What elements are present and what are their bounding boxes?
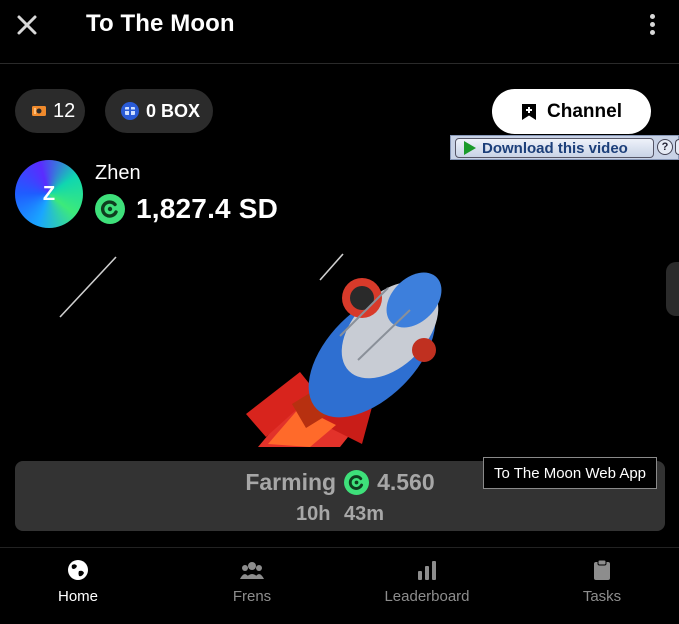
tickets-count: 12 [53, 99, 76, 122]
rocket-image [246, 272, 442, 447]
nav-label-home: Home [57, 588, 98, 605]
tooltip: To The Moon Web App [483, 457, 657, 489]
play-icon [464, 141, 476, 155]
box-pill[interactable]: 0 BOX [105, 89, 213, 133]
avatar: Z [15, 160, 83, 228]
farming-timer: 10h 43m [15, 503, 665, 526]
farming-value: 4.560 [377, 469, 435, 495]
timer-hours: 10h [295, 503, 331, 525]
coin-icon [344, 470, 370, 495]
bar-chart-icon [418, 561, 436, 580]
username: Zhen [95, 162, 141, 184]
nav-item-tasks[interactable]: Tasks [532, 558, 672, 605]
nav-item-frens[interactable]: Frens [182, 558, 322, 605]
people-icon [240, 562, 264, 579]
tickets-pill[interactable]: 12 [15, 89, 85, 133]
ticket-icon [32, 106, 46, 116]
globe-icon [68, 560, 88, 580]
more-menu-button[interactable] [644, 12, 660, 38]
timer-minutes: 43m [344, 503, 385, 525]
balance: 1,827.4 SD [136, 193, 279, 224]
nav-label-leaderboard: Leaderboard [384, 588, 470, 605]
download-video-bar: Download this video ? [450, 135, 679, 160]
help-button[interactable]: ? [657, 139, 673, 155]
bottom-nav: Home Frens Leaderboard Tasks [0, 547, 679, 624]
download-extra-button[interactable] [675, 139, 679, 155]
channel-button[interactable]: Channel [492, 89, 651, 134]
app-header: To The Moon [0, 0, 679, 64]
coin-icon [95, 194, 125, 224]
nav-label-frens: Frens [232, 588, 272, 605]
rocket-scene [59, 253, 442, 447]
side-handle[interactable] [666, 262, 679, 316]
nav-item-home[interactable]: Home [8, 558, 148, 605]
shooting-star [59, 256, 117, 318]
page-title: To The Moon [86, 10, 235, 37]
avatar-letter: Z [42, 182, 56, 205]
clipboard-icon [594, 559, 610, 580]
farming-label: Farming [245, 469, 337, 495]
close-icon [17, 15, 37, 35]
bookmark-plus-icon [522, 103, 537, 120]
nav-item-leaderboard[interactable]: Leaderboard [357, 558, 497, 605]
download-video-button[interactable]: Download this video [455, 138, 654, 158]
box-icon [121, 102, 139, 120]
channel-label: Channel [547, 100, 622, 122]
close-button[interactable] [14, 12, 40, 38]
box-count: 0 BOX [146, 100, 201, 121]
download-video-label: Download this video [482, 139, 628, 157]
nav-label-tasks: Tasks [582, 588, 622, 605]
more-vertical-icon [644, 14, 660, 35]
shooting-star [319, 253, 344, 281]
